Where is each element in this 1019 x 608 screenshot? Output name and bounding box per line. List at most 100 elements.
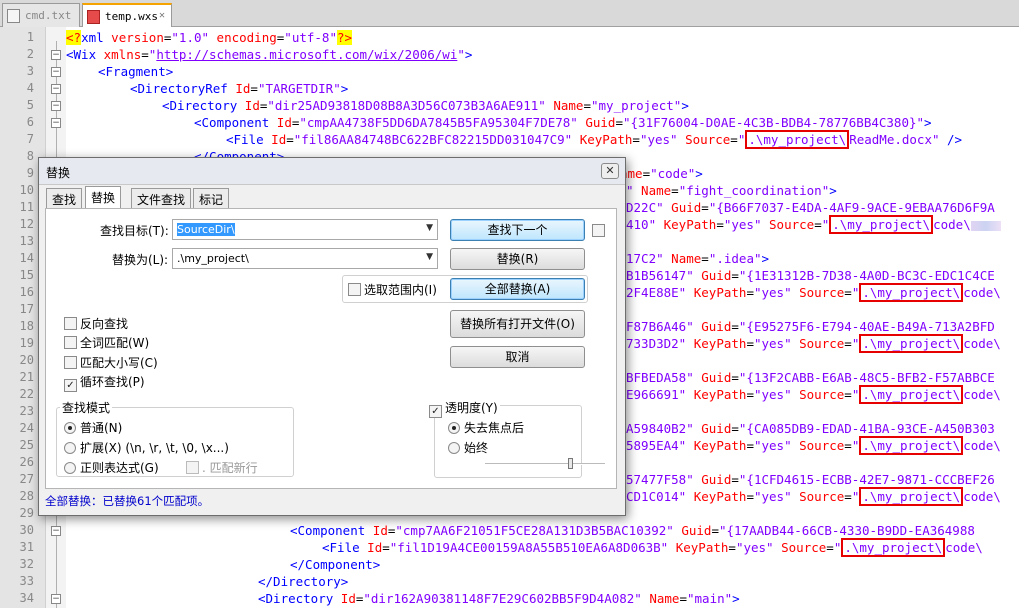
attr-name: Id (333, 591, 356, 606)
in-selection-checkbox[interactable]: 选取范围内(I) (348, 281, 437, 298)
replaced-path-highlight: .\my_project\ (745, 130, 850, 149)
attr-value: "yes" (753, 438, 792, 453)
tag-end: > (340, 81, 349, 96)
always-radio[interactable]: 始终 (448, 439, 488, 456)
search-mode-regex-radio[interactable]: 正则表达式(G) (64, 459, 159, 476)
status-message: 全部替换：已替换61个匹配项。 (45, 494, 210, 508)
replace-all-button[interactable]: 全部替换(A) (450, 278, 585, 300)
line-number: 5 (26, 98, 34, 112)
code-line-12: 410" KeyPath="yes" Source=" .\my_project\… (626, 215, 1001, 234)
search-mode-normal-radio[interactable]: 普通(N) (64, 419, 122, 436)
fold-toggle-icon[interactable]: − (51, 118, 61, 128)
tab-find-in-files[interactable]: 文件查找 (131, 188, 192, 208)
attr-value: "cmpAA4738F5DD6DA7845B5FA95304F7DE78" (299, 115, 578, 130)
tab-find[interactable]: 查找 (46, 188, 83, 208)
namespace-link[interactable]: http://schemas.microsoft.com/wix/2006/wi (156, 47, 457, 62)
attr-value: A59840B2" (626, 421, 694, 436)
attr-name: KeyPath (686, 336, 747, 351)
backward-label: 反向查找 (80, 317, 129, 331)
line-number: 4 (26, 81, 34, 95)
attr-value: "main" (687, 591, 733, 606)
line-number: 20 (19, 353, 34, 367)
line-number: 21 (19, 370, 34, 384)
replace-button[interactable]: 替换(R) (450, 248, 585, 270)
attr-value: "yes" (723, 217, 762, 232)
transparency-checkbox[interactable]: ✓ 透明度(Y) (427, 399, 500, 418)
checked-icon: ✓ (429, 405, 442, 418)
fold-toggle-icon[interactable]: − (51, 84, 61, 94)
attr-value: "yes" (753, 387, 792, 402)
fold-toggle-icon[interactable]: − (51, 67, 61, 77)
backward-direction-checkbox[interactable]: 反向查找 (64, 315, 128, 332)
find-what-combo[interactable]: SourceDir\ ▼ (172, 219, 438, 240)
dropdown-arrow-icon[interactable]: ▼ (426, 223, 433, 233)
close-icon[interactable]: ✕ (601, 163, 619, 179)
find-next-button[interactable]: 查找下一个 (450, 219, 585, 241)
attr-value: "code" (650, 166, 696, 181)
fold-toggle-icon[interactable]: − (51, 526, 61, 536)
attr-name: Name (663, 251, 702, 266)
attr-name: Source (791, 489, 845, 504)
dialog-title: 替换 (46, 166, 71, 180)
match-case-checkbox[interactable]: 匹配大小写(C) (64, 354, 158, 371)
attr-value: "yes" (753, 285, 792, 300)
attr-value: "yes" (735, 540, 774, 555)
tag: <Component (290, 523, 366, 538)
tab-mark[interactable]: 标记 (193, 188, 230, 208)
find-next-option-checkbox[interactable] (592, 224, 605, 237)
replaced-path-highlight: .\my_project\ (859, 334, 964, 353)
tag-end: > (464, 47, 473, 62)
attr-value: 17C2" (626, 251, 664, 266)
fold-toggle-icon[interactable]: − (51, 50, 61, 60)
wrap-around-checkbox[interactable]: ✓ 循环查找(P) (64, 373, 145, 392)
code-line-11: D22C" Guid="{B66F7037-E4DA-4AF9-9ACE-9EB… (626, 200, 995, 215)
code-line-32: </Component> (290, 556, 380, 573)
code-line-14: 17C2" Name=".idea"> (626, 251, 770, 266)
code-line-5: <Directory Id="dir25AD93818D08B8A3D56C07… (162, 98, 689, 113)
attr-name: Source (791, 285, 845, 300)
transparency-slider[interactable] (485, 458, 605, 469)
attr-name: Guid (693, 421, 732, 436)
line-number: 9 (26, 166, 34, 180)
attr-name: KeyPath (572, 132, 633, 147)
search-mode-extended-radio[interactable]: 扩展(X) (\n, \r, \t, \0, \x...) (64, 439, 229, 456)
line-number: 29 (19, 506, 34, 520)
line-number: 19 (19, 336, 34, 350)
fold-toggle-icon[interactable]: − (51, 594, 61, 604)
close-tab-icon[interactable]: ✕ (156, 10, 168, 22)
on-losing-focus-radio[interactable]: 失去焦点后 (448, 419, 524, 436)
replace-with-combo[interactable]: .\my_project\ ▼ (172, 248, 438, 269)
line-number: 16 (19, 285, 34, 299)
dot-matches-newline-checkbox[interactable]: . 匹配新行 (186, 459, 258, 476)
fold-toggle-icon[interactable]: − (51, 101, 61, 111)
match-whole-word-checkbox[interactable]: 全词匹配(W) (64, 334, 149, 351)
attr-value: code\ (963, 438, 1001, 453)
line-number: 13 (19, 234, 34, 248)
dialog-titlebar[interactable]: 替换 ✕ (39, 158, 625, 185)
attr-value: D22C" (626, 200, 664, 215)
radio-selected-icon (64, 422, 76, 434)
attr-value: code\ (945, 540, 983, 555)
dropdown-arrow-icon[interactable]: ▼ (426, 252, 433, 262)
attr-name: KeyPath (686, 438, 747, 453)
replace-all-in-open-docs-button[interactable]: 替换所有打开文件(O) (450, 310, 585, 338)
tab-cmd-txt[interactable]: cmd.txt (2, 3, 80, 27)
tab-temp-wxs[interactable]: temp.wxs ✕ (82, 3, 172, 27)
checkbox-box (348, 283, 361, 296)
radio-icon (64, 462, 76, 474)
always-label: 始终 (464, 441, 489, 455)
quote: " (457, 47, 465, 62)
attr-name: Guid (577, 115, 616, 130)
line-number: 32 (19, 557, 34, 571)
tab-replace[interactable]: 替换 (85, 186, 122, 209)
attr-value: "TARGETDIR" (257, 81, 341, 96)
attr-value: "{13F2CABB-E6AB-48C5-BFB2-F57ABBCE (738, 370, 995, 385)
tag: <DirectoryRef (130, 81, 228, 96)
line-number: 1 (26, 30, 34, 44)
cancel-button[interactable]: 取消 (450, 346, 585, 368)
line-number: 10 (19, 183, 34, 197)
line-number: 2 (26, 47, 34, 61)
slider-thumb[interactable] (568, 458, 573, 469)
code-line-10: " Name="fight_coordination"> (626, 183, 837, 198)
replace-with-label: 替换为(L): (112, 253, 169, 267)
